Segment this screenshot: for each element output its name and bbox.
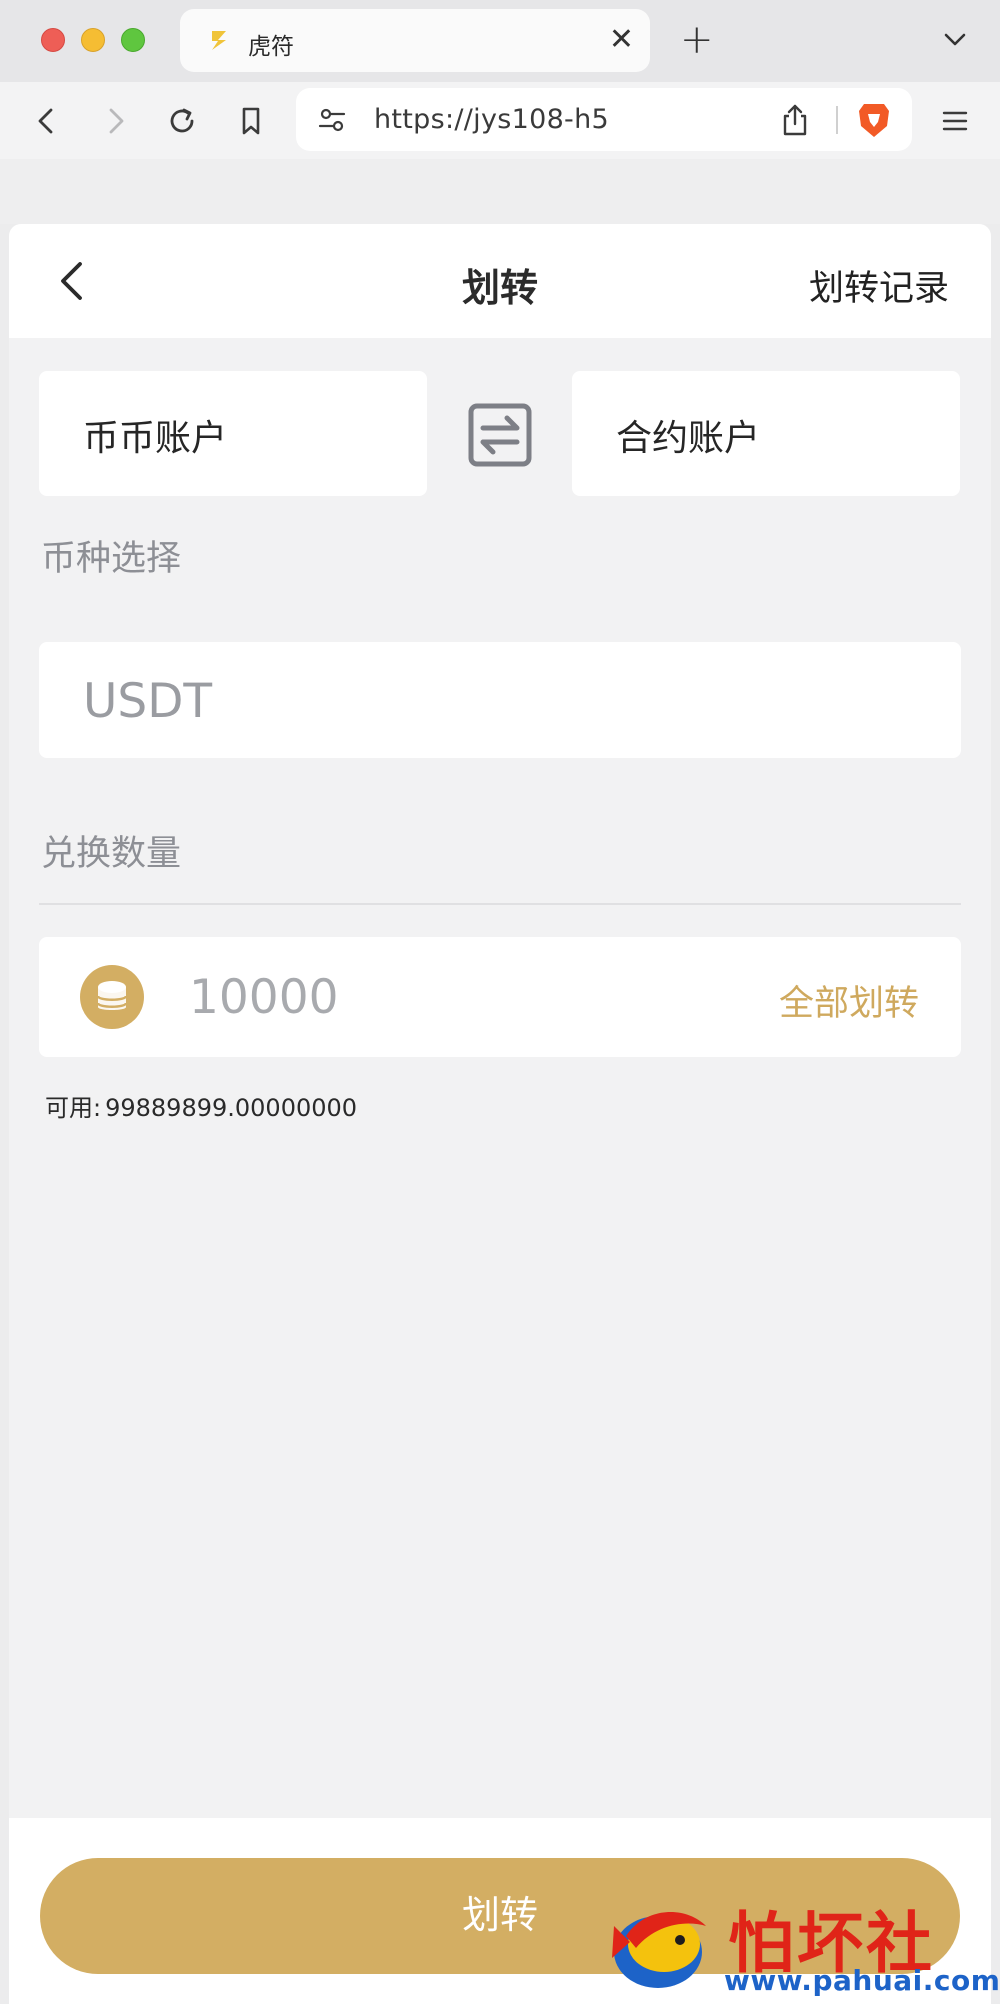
url-text[interactable]: https://jys108-h5	[374, 104, 609, 135]
chevron-down-icon[interactable]	[940, 24, 970, 54]
back-arrow-icon[interactable]	[28, 102, 66, 140]
bookmark-icon[interactable]	[232, 102, 270, 140]
share-icon[interactable]	[778, 102, 812, 138]
from-account-label: 币币账户	[83, 418, 228, 459]
watermark-url: www.pahuai.com	[724, 1964, 1000, 1997]
transfer-page: 划转 划转记录 币币账户 合约账户 币种选择 USDT 兑换数量 全部划转 可用…	[9, 224, 991, 2004]
available-balance: 可用: 99889899.00000000	[41, 1088, 357, 1123]
tab-title: 虎符	[248, 34, 294, 60]
to-account-label: 合约账户	[616, 418, 761, 459]
transfer-record-link[interactable]: 划转记录	[809, 260, 949, 311]
amount-label: 兑换数量	[41, 834, 182, 874]
minimize-window-button[interactable]	[81, 28, 105, 52]
from-account-card[interactable]: 币币账户	[39, 371, 427, 496]
tab-close-icon[interactable]: ✕	[609, 25, 634, 55]
transfer-all-button[interactable]: 全部划转	[779, 975, 919, 1026]
browser-toolbar: https://jys108-h5	[0, 82, 1000, 159]
reload-icon[interactable]	[163, 102, 201, 140]
maximize-window-button[interactable]	[121, 28, 145, 52]
available-balance-value: 99889899.00000000	[105, 1094, 358, 1122]
coin-stack-icon	[80, 965, 144, 1029]
browser-tab-active[interactable]: 虎符 ✕	[180, 9, 650, 72]
address-bar[interactable]: https://jys108-h5	[296, 88, 912, 151]
swap-accounts-icon[interactable]	[465, 400, 535, 470]
page-header: 划转 划转记录	[9, 224, 991, 338]
page-top-backdrop	[0, 159, 1000, 224]
available-balance-label: 可用:	[45, 1094, 102, 1122]
new-tab-button[interactable]: +	[680, 18, 714, 62]
browser-tab-bar: 虎符 ✕ +	[0, 0, 1000, 82]
divider	[39, 903, 961, 905]
site-settings-icon[interactable]	[316, 104, 348, 136]
coin-select[interactable]: USDT	[39, 642, 961, 758]
close-window-button[interactable]	[41, 28, 65, 52]
to-account-card[interactable]: 合约账户	[572, 371, 960, 496]
brave-shield-icon[interactable]	[856, 100, 892, 140]
coin-select-label: 币种选择	[41, 539, 182, 579]
coin-select-value: USDT	[83, 674, 213, 729]
forward-arrow-icon[interactable]	[96, 102, 134, 140]
amount-input[interactable]	[189, 959, 709, 1035]
amount-field: 全部划转	[39, 937, 961, 1057]
hamburger-menu-icon[interactable]	[938, 104, 972, 138]
watermark: 怕坏社区 www.pahuai.com	[604, 1890, 1000, 2004]
watermark-fish-logo-icon	[612, 1912, 706, 1988]
site-favicon-icon	[212, 31, 226, 50]
toolbar-divider	[836, 106, 838, 134]
